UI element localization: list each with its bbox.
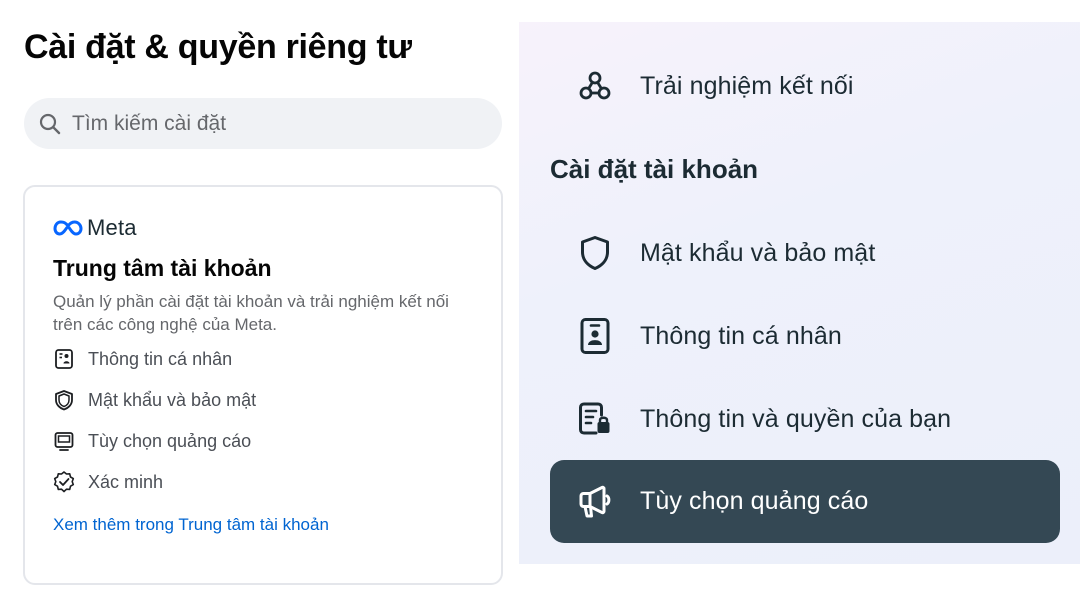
page-title: Cài đặt & quyền riêng tư <box>24 28 412 66</box>
menu-item-personal-details[interactable]: Thông tin cá nhân <box>519 296 1080 376</box>
document-lock-icon <box>575 399 615 439</box>
search-bar[interactable] <box>24 98 502 149</box>
menu-item-connected-experiences[interactable]: Trải nghiệm kết nối <box>519 46 1080 126</box>
accounts-center-card[interactable]: Meta Trung tâm tài khoản Quản lý phần cà… <box>23 185 503 585</box>
shield-icon <box>52 388 76 412</box>
megaphone-icon <box>575 482 615 522</box>
meta-brand-text: Meta <box>87 215 137 240</box>
card-title: Trung tâm tài khoản <box>53 255 272 281</box>
menu-item-password-security[interactable]: Mật khẩu và bảo mật <box>519 213 1080 293</box>
card-description: Quản lý phần cài đặt tài khoản và trải n… <box>53 292 449 334</box>
menu-item-your-info-permissions[interactable]: Thông tin và quyền của bạn <box>519 379 1080 459</box>
id-card-icon <box>575 316 615 356</box>
card-item-ad-preferences[interactable]: Tùy chọn quảng cáo <box>52 429 251 453</box>
id-card-icon <box>52 347 76 371</box>
search-icon <box>39 113 61 134</box>
settings-left-panel: Cài đặt & quyền riêng tư Meta Trung tâm … <box>0 0 520 591</box>
monitor-icon <box>52 429 76 453</box>
connected-nodes-icon <box>575 66 615 106</box>
search-input[interactable] <box>70 110 474 137</box>
card-item-label: Tùy chọn quảng cáo <box>88 430 252 451</box>
verified-badge-icon <box>52 470 76 494</box>
menu-item-ad-preferences[interactable]: Tùy chọn quảng cáo <box>550 460 1060 543</box>
card-item-personal-info[interactable]: Thông tin cá nhân <box>52 347 232 371</box>
card-item-label: Thông tin cá nhân <box>88 348 233 369</box>
card-item-password-security[interactable]: Mật khẩu và bảo mật <box>52 388 256 412</box>
menu-item-label: Trải nghiệm kết nối <box>640 71 854 100</box>
shield-icon <box>575 233 615 273</box>
menu-item-label: Thông tin và quyền của bạn <box>640 404 952 433</box>
meta-logo: Meta <box>53 215 137 241</box>
account-settings-menu: Trải nghiệm kết nối Cài đặt tài khoản Mậ… <box>519 22 1080 564</box>
menu-item-label: Thông tin cá nhân <box>640 321 842 350</box>
menu-item-label: Mật khẩu và bảo mật <box>640 238 876 267</box>
account-settings-heading: Cài đặt tài khoản <box>550 154 759 184</box>
meta-infinity-logo <box>53 220 83 236</box>
menu-item-label: Tùy chọn quảng cáo <box>640 487 869 515</box>
card-item-label: Mật khẩu và bảo mật <box>88 389 257 410</box>
card-item-label: Xác minh <box>88 471 164 492</box>
card-item-verification[interactable]: Xác minh <box>52 470 163 494</box>
see-more-accounts-center-link[interactable]: Xem thêm trong Trung tâm tài khoản <box>53 515 329 535</box>
